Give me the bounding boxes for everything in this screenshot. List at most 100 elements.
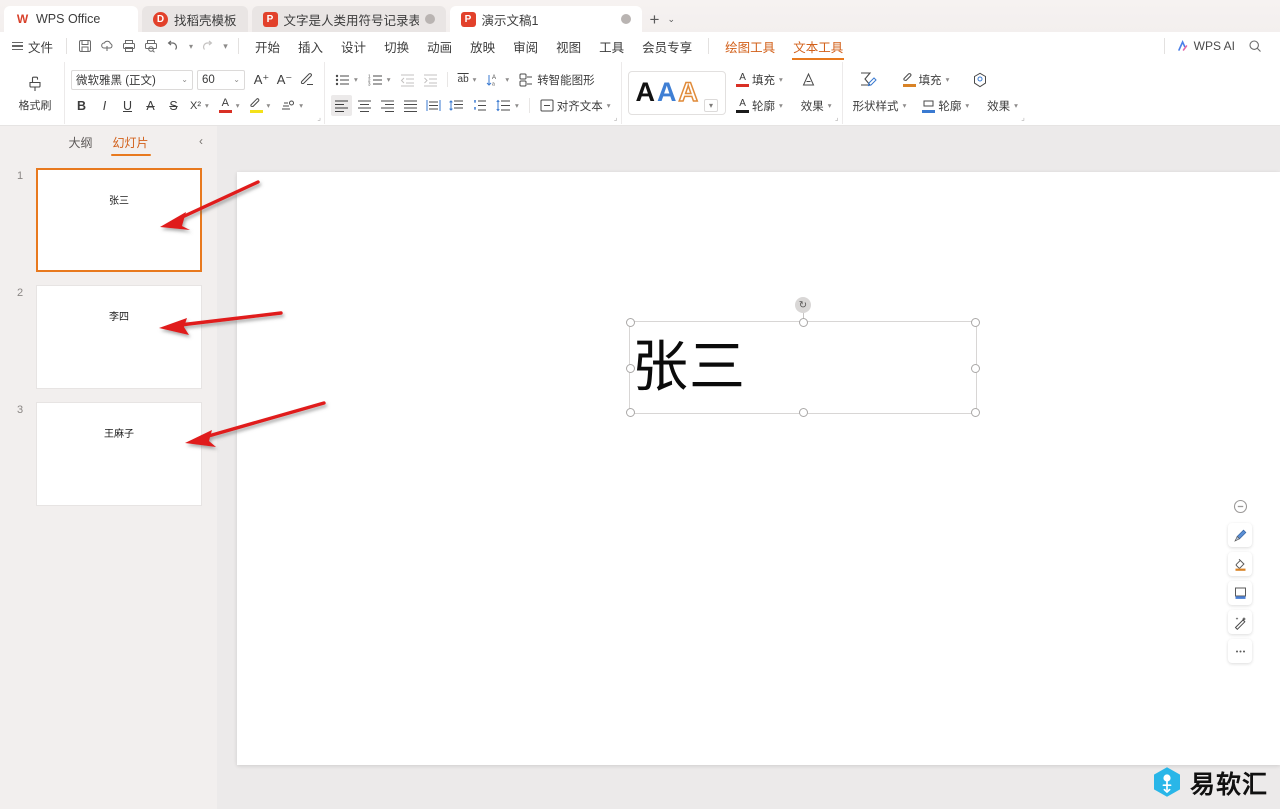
tab-document-text[interactable]: P 文字是人类用符号记录表达信息以 ● <box>251 6 446 32</box>
menu-item-view[interactable]: 视图 <box>547 34 590 59</box>
shape-outline-button[interactable]: 轮廓 ▾ <box>918 95 973 116</box>
undo-icon[interactable] <box>162 36 184 56</box>
selected-textbox[interactable]: ↻ 张三 <box>626 297 980 417</box>
slide-thumbnail-item[interactable]: 2 李四 <box>0 285 217 391</box>
wordart-gallery-expand[interactable]: ▾ <box>700 74 719 112</box>
align-distributed-button[interactable] <box>423 95 444 116</box>
character-effect-button[interactable]: ▾ <box>276 95 307 116</box>
underline-button[interactable]: U <box>117 95 138 116</box>
text-fill-button[interactable]: A 填充 ▾ <box>732 69 787 90</box>
shape-effect-icon-button[interactable] <box>969 69 990 90</box>
menu-item-drawing-tools[interactable]: 绘图工具 <box>716 34 784 59</box>
more-options-button[interactable] <box>1228 639 1252 663</box>
italic-button[interactable]: I <box>94 95 115 116</box>
resize-handle-top-center[interactable] <box>799 318 808 327</box>
file-menu-button[interactable]: 文件 <box>6 35 59 58</box>
print-icon[interactable] <box>118 36 140 56</box>
rotate-handle-icon[interactable]: ↻ <box>795 297 811 313</box>
shape-style-icon-button[interactable] <box>849 69 887 90</box>
line-spacing-button[interactable]: ▾ <box>492 95 523 116</box>
text-shadow-button[interactable]: A <box>140 95 161 116</box>
tab-presentation-1[interactable]: P 演示文稿1 ● <box>449 6 642 32</box>
print-preview-icon[interactable] <box>140 36 162 56</box>
save-icon[interactable] <box>74 36 96 56</box>
shape-dialog-launcher[interactable]: ⌟ <box>1021 113 1025 122</box>
align-left-button[interactable] <box>331 95 352 116</box>
menu-item-review[interactable]: 审阅 <box>504 34 547 59</box>
chevron-left-icon[interactable]: ‹ <box>199 134 203 148</box>
shape-fill-button[interactable]: 填充 ▾ <box>899 69 954 90</box>
redo-icon[interactable] <box>195 36 217 56</box>
shape-style-button[interactable]: 形状样式 ▾ <box>849 95 911 116</box>
paragraph-dialog-launcher[interactable]: ⌟ <box>614 113 618 122</box>
convert-to-smartart-button[interactable]: 转智能图形 <box>515 69 599 90</box>
smart-feature-button[interactable] <box>1228 610 1252 634</box>
cloud-sync-icon[interactable] <box>96 36 118 56</box>
tab-close-dot[interactable]: ● <box>620 14 631 24</box>
superscript-button[interactable]: X² ▾ <box>186 95 213 116</box>
slide-thumbnail-1[interactable]: 张三 <box>36 168 202 272</box>
highlight-button[interactable]: ▾ <box>246 95 275 116</box>
strikethrough-button[interactable]: S <box>163 95 184 116</box>
decrease-font-size-button[interactable]: A⁻ <box>274 69 295 90</box>
slide-thumbnail-item[interactable]: 3 王麻子 <box>0 402 217 508</box>
bold-button[interactable]: B <box>71 95 92 116</box>
font-size-combobox[interactable]: 60 ⌄ <box>197 69 245 90</box>
resize-handle-top-left[interactable] <box>626 318 635 327</box>
resize-handle-bottom-left[interactable] <box>626 408 635 417</box>
resize-handle-bottom-right[interactable] <box>971 408 980 417</box>
tab-docer-template[interactable]: D 找稻壳模板 <box>142 6 248 32</box>
wordart-gallery[interactable]: A A A ▾ <box>627 70 727 115</box>
resize-handle-top-right[interactable] <box>971 318 980 327</box>
slide-canvas[interactable]: ↻ 张三 <box>237 172 1280 765</box>
decrease-indent-button[interactable] <box>397 69 418 90</box>
tab-slides[interactable]: 幻灯片 <box>110 131 151 156</box>
wordart-sample-black[interactable]: A <box>636 79 656 106</box>
text-effect-button[interactable] <box>797 69 820 90</box>
font-name-combobox[interactable]: 微软雅黑 (正文) ⌄ <box>71 69 193 90</box>
font-color-button[interactable]: A ▾ <box>215 95 244 116</box>
layout-button[interactable] <box>1228 581 1252 605</box>
slide-thumbnail-3[interactable]: 王麻子 <box>36 402 202 506</box>
menu-item-design[interactable]: 设计 <box>332 34 375 59</box>
style-brush-button[interactable] <box>1228 523 1252 547</box>
numbered-list-button[interactable]: 123 ▾ <box>364 69 395 90</box>
wordart-dialog-launcher[interactable]: ⌟ <box>835 113 839 122</box>
wps-ai-button[interactable]: WPS AI <box>1176 39 1235 53</box>
text-effects-menu-button[interactable]: 效果 ▾ <box>797 95 836 116</box>
wordart-sample-orange[interactable]: A <box>678 78 699 107</box>
menu-item-start[interactable]: 开始 <box>246 34 289 59</box>
tab-outline[interactable]: 大纲 <box>66 131 94 154</box>
undo-caret-icon[interactable]: ▾ <box>184 36 195 56</box>
text-sort-button[interactable]: Aa ▾ <box>482 69 513 90</box>
search-icon[interactable] <box>1244 36 1266 56</box>
increase-font-size-button[interactable]: A⁺ <box>251 69 272 90</box>
clear-format-button[interactable] <box>297 69 318 90</box>
bullet-list-button[interactable]: ▾ <box>331 69 362 90</box>
menu-item-animation[interactable]: 动画 <box>418 34 461 59</box>
increase-indent-button[interactable] <box>420 69 441 90</box>
format-painter-button[interactable]: 格式刷 <box>12 73 58 113</box>
shape-effects-menu-button[interactable]: 效果 ▾ <box>983 95 1022 116</box>
slide-thumbnail-item[interactable]: 1 张三 <box>0 168 217 274</box>
chevron-down-icon[interactable]: ⌄ <box>667 14 675 25</box>
tab-wps-office-home[interactable]: W WPS Office <box>4 6 138 32</box>
align-center-button[interactable] <box>354 95 375 116</box>
new-tab-button[interactable]: + <box>650 11 660 28</box>
menu-item-slideshow[interactable]: 放映 <box>461 34 504 59</box>
menu-item-member[interactable]: 会员专享 <box>633 34 701 59</box>
resize-handle-middle-right[interactable] <box>971 363 980 373</box>
resize-handle-middle-left[interactable] <box>626 363 635 373</box>
customize-caret-icon[interactable]: ▾ <box>217 36 231 56</box>
menu-item-transition[interactable]: 切换 <box>375 34 418 59</box>
char-spacing-button[interactable] <box>469 95 490 116</box>
text-direction-button[interactable]: ab ▾ <box>454 69 481 90</box>
tab-close-dot[interactable]: ● <box>424 14 435 24</box>
collapse-toolbar-button[interactable] <box>1228 494 1252 518</box>
menu-item-insert[interactable]: 插入 <box>289 34 332 59</box>
align-right-button[interactable] <box>377 95 398 116</box>
slide-thumbnail-2[interactable]: 李四 <box>36 285 202 389</box>
menu-item-tools[interactable]: 工具 <box>590 34 633 59</box>
text-outline-button[interactable]: A 轮廓 ▾ <box>732 95 787 116</box>
font-dialog-launcher[interactable]: ⌟ <box>317 113 321 122</box>
